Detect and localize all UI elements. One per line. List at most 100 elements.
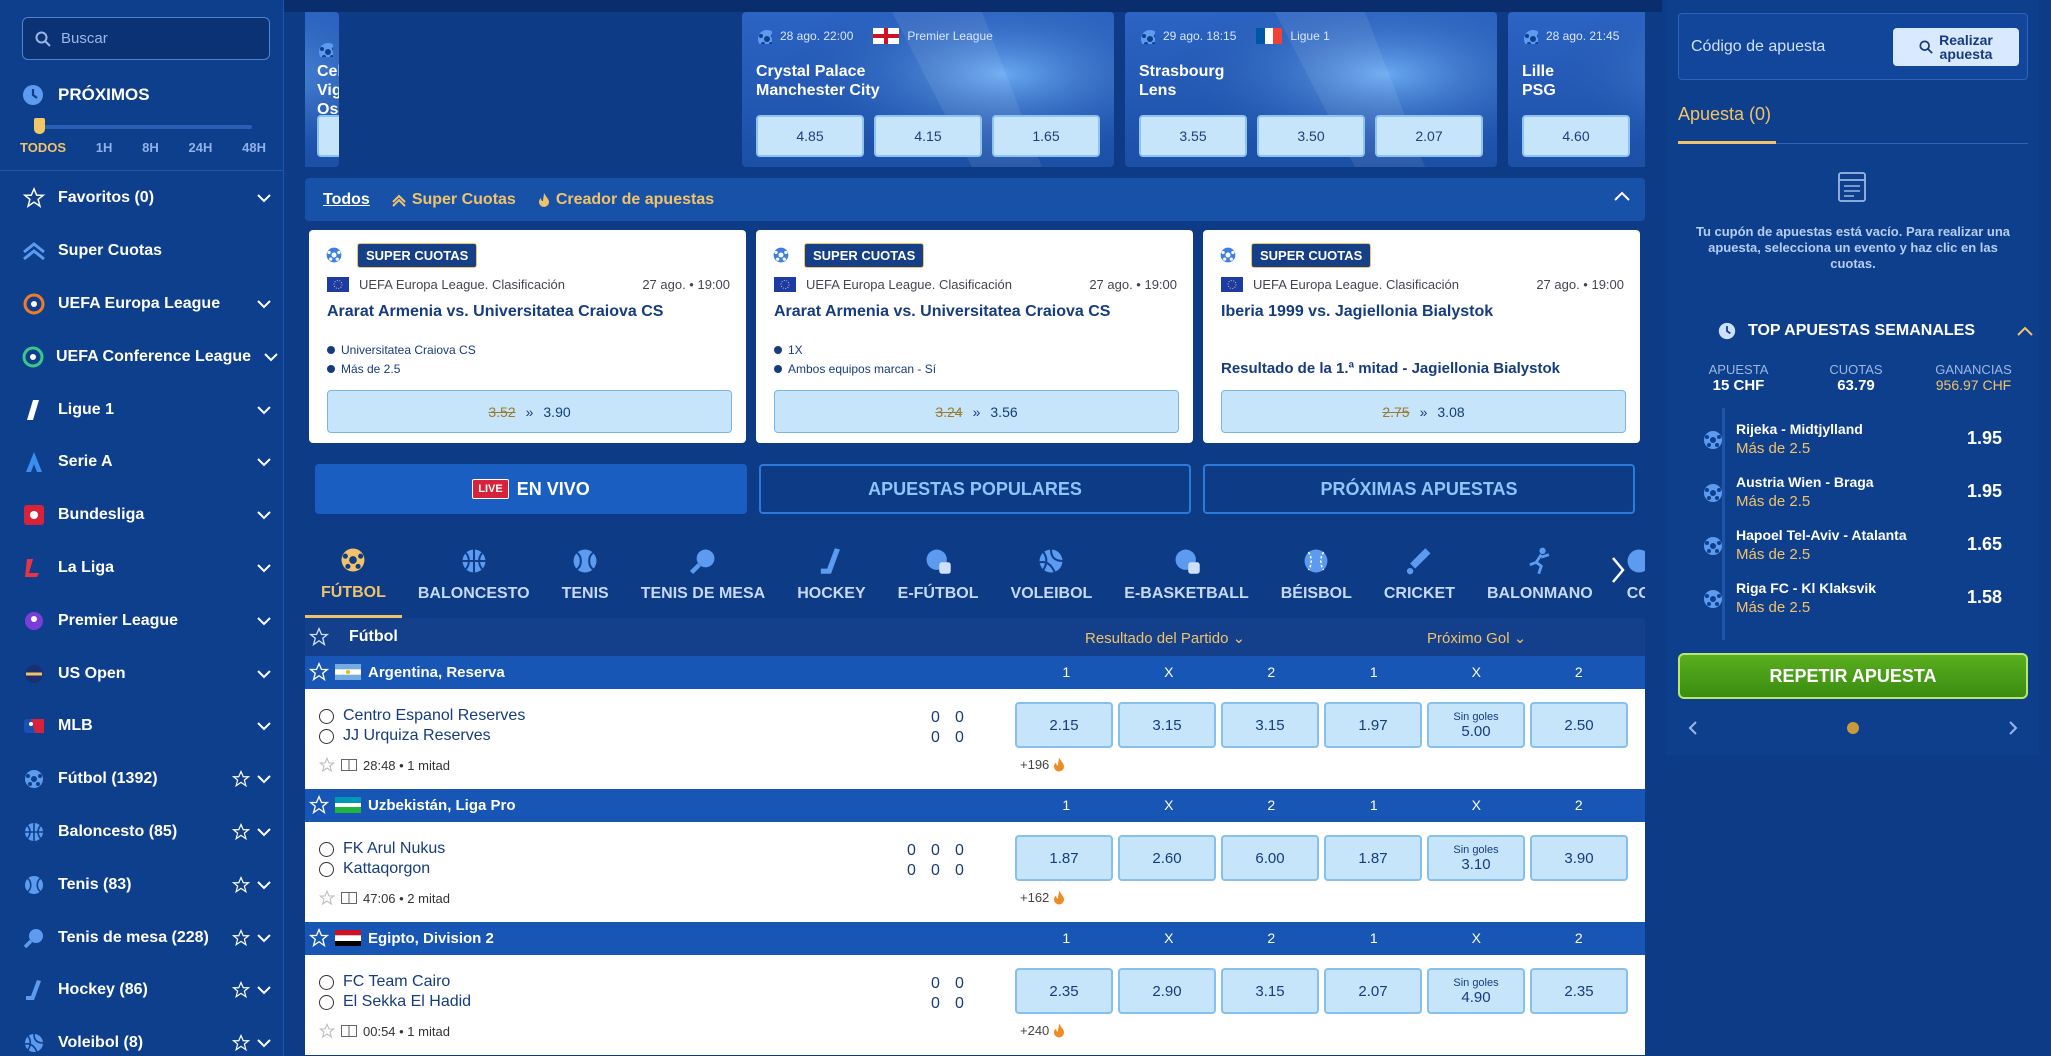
card-match[interactable]: Iberia 1999 vs. Jagiellonia Bialystok [1221, 303, 1493, 321]
chevron-down-icon[interactable] [256, 563, 272, 573]
sidebar-item-7[interactable]: La Liga [0, 542, 283, 595]
featured-odds-button[interactable]: 4.60 [1522, 115, 1630, 157]
tab-live[interactable]: LIVE EN VIVO [315, 464, 747, 514]
chevron-down-icon[interactable] [256, 405, 272, 415]
chevron-down-icon[interactable] [256, 933, 272, 943]
table-row[interactable]: FK Arul Nukus Kattaqorgon 0 0 0 0 0 0 47:06 • 2 … [305, 822, 1645, 922]
more-markets[interactable]: +240 [1020, 1023, 1065, 1038]
sidebar-item-2[interactable]: UEFA Europa League [0, 278, 283, 331]
odds-button-no-goal[interactable]: Sin goles 3.10 [1427, 835, 1525, 881]
sport-tab-8[interactable]: BÉISBOL [1265, 532, 1368, 618]
more-markets[interactable]: +162 [1020, 890, 1065, 905]
chevron-down-icon[interactable] [256, 457, 272, 467]
odds-button-no-goal[interactable]: Sin goles 5.00 [1427, 702, 1525, 748]
market-selector-next-goal[interactable]: Próximo Gol ⌄ [1427, 629, 1526, 647]
range-48h[interactable]: 48H [242, 140, 266, 155]
time-range-slider-handle[interactable] [34, 118, 45, 134]
chevron-down-icon[interactable] [256, 193, 272, 203]
chevron-down-icon[interactable] [263, 352, 279, 362]
featured-odds-button[interactable]: 4.15 [874, 115, 982, 157]
away-team[interactable]: Kattaqorgon [343, 860, 430, 878]
top-bet-item[interactable]: Austria Wien - Braga Más de 2.5 1.95 [1702, 465, 2002, 518]
sidebar-item-16[interactable]: Voleibol (8) [0, 1017, 283, 1056]
odds-button[interactable]: 2.07 [1324, 968, 1422, 1014]
sidebar-item-1[interactable]: Super Cuotas [0, 225, 283, 278]
sport-tab-6[interactable]: VOLEIBOL [995, 532, 1109, 618]
home-team[interactable]: Centro Espanol Reserves [343, 707, 525, 725]
sidebar-item-12[interactable]: Baloncesto (85) [0, 806, 283, 859]
chevron-down-icon[interactable] [256, 880, 272, 890]
odds-button[interactable]: 3.15 [1118, 702, 1216, 748]
star-outline-icon[interactable] [232, 822, 250, 841]
tab-upcoming-bets[interactable]: PRÓXIMAS APUESTAS [1203, 464, 1635, 514]
chevron-down-icon[interactable] [256, 774, 272, 784]
chevron-right-icon[interactable] [2008, 720, 2018, 736]
featured-odds-button[interactable]: 3.55 [1139, 115, 1247, 157]
range-1h[interactable]: 1H [96, 140, 113, 155]
search-input[interactable] [61, 30, 251, 47]
away-team[interactable]: El Sekka El Hadid [343, 993, 471, 1011]
star-outline-icon[interactable] [232, 981, 250, 999]
sidebar-item-14[interactable]: Tenis de mesa (228) [0, 911, 283, 964]
featured-odds-button[interactable]: 1.65 [992, 115, 1100, 157]
upcoming-header[interactable]: PRÓXIMOS [22, 84, 150, 106]
chevron-right-icon[interactable] [1610, 555, 1626, 585]
sport-tab-7[interactable]: E-BASKETBALL [1108, 532, 1264, 618]
top-bet-item[interactable]: FC Copenhagen - Inter Turku [1702, 624, 2002, 642]
odds-button[interactable]: 3.15 [1221, 702, 1319, 748]
chevron-down-icon[interactable] [256, 510, 272, 520]
away-team[interactable]: JJ Urquiza Reserves [343, 727, 491, 745]
sport-tab-1[interactable]: BALONCESTO [402, 532, 546, 618]
star-outline-icon[interactable] [309, 795, 329, 815]
star-outline-icon[interactable] [232, 928, 250, 947]
chevron-down-icon[interactable] [256, 299, 272, 309]
odds-button[interactable]: 2.35 [1015, 968, 1113, 1014]
top-bet-item[interactable]: Riga FC - Kl Klaksvik Más de 2.5 1.58 [1702, 571, 2002, 624]
top-weekly-bets-header[interactable]: TOP APUESTAS SEMANALES [1718, 322, 1975, 340]
filter-super-odds[interactable]: Super Cuotas [392, 191, 516, 209]
sidebar-item-15[interactable]: Hockey (86) [0, 964, 283, 1017]
featured-event-card[interactable]: 29 ago. 18:15 Ligue 1 Strasbourg Lens 3.55 3.… [1125, 12, 1497, 167]
time-range-slider-track[interactable] [40, 125, 252, 129]
super-odds-button[interactable]: 2.75 » 3.08 [1221, 390, 1626, 433]
odds-button[interactable]: 2.15 [1015, 702, 1113, 748]
odds-button[interactable]: 2.50 [1530, 702, 1628, 748]
super-odds-button[interactable]: 3.24 » 3.56 [774, 390, 1179, 433]
odds-button[interactable]: 1.87 [1324, 835, 1422, 881]
range-24h[interactable]: 24H [189, 140, 213, 155]
super-odds-card[interactable]: SUPER CUOTAS UEFA Europa League. Clasific… [309, 230, 746, 443]
odds-button[interactable]: 3.15 [1221, 968, 1319, 1014]
featured-odds-button[interactable]: 1.97 [317, 115, 339, 157]
chevron-down-icon[interactable] [256, 669, 272, 679]
sidebar-item-8[interactable]: Premier League [0, 594, 283, 647]
odds-button[interactable]: 2.90 [1118, 968, 1216, 1014]
top-bet-item[interactable]: Rijeka - Midtjylland Más de 2.5 1.95 [1702, 412, 2002, 465]
top-bets-list[interactable]: Rijeka - Midtjylland Más de 2.5 1.95 Austri… [1702, 412, 2002, 642]
top-bets-scrollbar[interactable] [1722, 408, 1725, 640]
star-outline-icon[interactable] [232, 770, 250, 788]
star-outline-icon[interactable] [309, 928, 329, 948]
star-outline-icon[interactable] [319, 1023, 335, 1039]
sidebar-item-3[interactable]: UEFA Conference League [0, 330, 283, 383]
star-outline-icon[interactable] [309, 662, 329, 682]
odds-button[interactable]: 3.90 [1530, 835, 1628, 881]
more-markets[interactable]: +196 [1020, 757, 1065, 772]
sidebar-item-5[interactable]: Serie A [0, 436, 283, 489]
place-bet-button[interactable]: Realizar apuesta [1893, 28, 2019, 66]
home-team[interactable]: FC Team Cairo [343, 973, 450, 991]
odds-button-no-goal[interactable]: Sin goles 4.90 [1427, 968, 1525, 1014]
sport-tab-10[interactable]: BALONMANO [1471, 532, 1609, 618]
home-team[interactable]: FK Arul Nukus [343, 840, 445, 858]
sidebar-item-9[interactable]: US Open [0, 647, 283, 700]
range-8h[interactable]: 8H [142, 140, 159, 155]
table-row[interactable]: FC Team Cairo El Sekka El Hadid 0 0 0 0 00:54 … [305, 955, 1645, 1055]
chevron-up-icon[interactable] [2016, 325, 2034, 337]
chevron-down-icon[interactable] [256, 1038, 272, 1048]
chevron-left-icon[interactable] [1688, 720, 1698, 736]
chevron-up-icon[interactable] [1613, 190, 1631, 202]
bet-code-input[interactable] [1691, 37, 1911, 56]
market-selector-result[interactable]: Resultado del Partido ⌄ [1085, 629, 1245, 647]
star-outline-icon[interactable] [232, 875, 250, 894]
sidebar-item-13[interactable]: Tenis (83) [0, 858, 283, 911]
sidebar-item-11[interactable]: Fútbol (1392) [0, 753, 283, 806]
